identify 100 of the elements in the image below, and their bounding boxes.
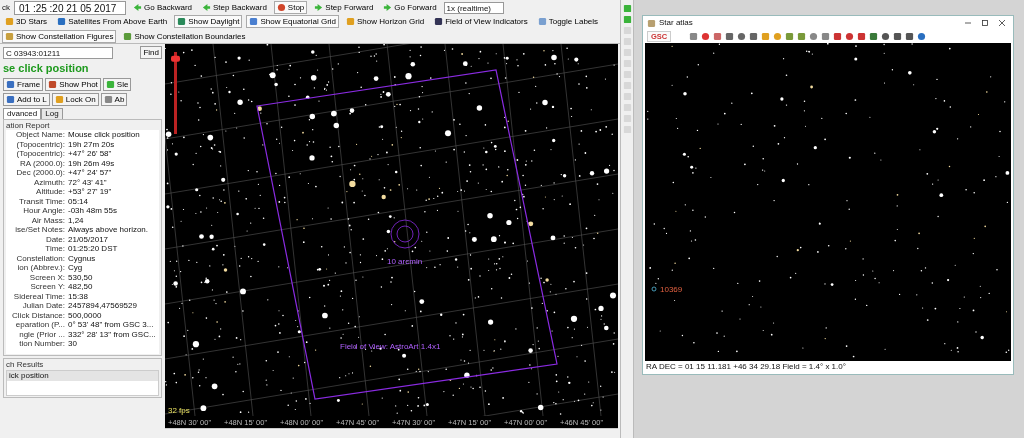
circle-icon [701,32,711,41]
report-value: 15:38 [68,291,89,302]
toolbar-button[interactable]: Step Backward [199,1,270,14]
circle-icon [809,32,819,41]
tool-icon [689,32,699,41]
report-key: Sidereal Time: [6,291,68,302]
report-value: 332° 28' 13" from GSC... [68,329,156,340]
square-icon [54,95,64,105]
circle-icon [881,32,891,41]
toggle-button[interactable]: Satellites From Above Earth [54,15,171,28]
toggle-button[interactable]: Show Equatorial Grid [246,15,339,28]
toggle-button[interactable]: Show Daylight [174,15,243,28]
report-value: 72° 43' 41" [68,177,107,188]
toolbar-button[interactable]: Stop [273,1,308,14]
action-button[interactable]: Show Phot [45,78,101,92]
tab[interactable]: Log [41,108,63,119]
report-key: (Topocentric): [6,149,68,159]
report-value: 0° 53' 48" from GSC 3... [68,320,154,330]
result-item[interactable]: ick position [7,370,158,381]
square-icon [5,32,14,41]
square-icon [177,17,187,26]
report-value: 500,0000 [68,310,102,321]
toolbar-button[interactable]: Step Forward [311,1,377,14]
scale-label: 10 arcmin [387,257,423,266]
report-key: Altitude: [6,187,68,197]
toggle-button[interactable]: Show Horizon Grid [343,15,428,28]
report-value: 05:14 [68,196,89,207]
report-value: 530,50 [68,272,93,283]
report-key: Dec (2000.0): [6,168,68,178]
group-title: ation Report [6,120,51,131]
report-value: Mouse click position [68,130,140,140]
time-field[interactable]: 01 :25 :20 21 05 2017 [14,0,126,15]
arrow-right-icon [383,3,393,12]
action-button[interactable]: Lock On [51,93,99,107]
report-value: 2457894,47569529 [68,301,137,311]
report-key: Object Name: [6,130,68,140]
circle-icon [845,32,855,41]
report-key: ise/Set Notes: [6,225,68,235]
window-title: Star atlas [659,18,694,28]
report-value: Cyg [68,263,83,273]
report-key: Screen X: [6,272,68,283]
square-icon [57,17,67,26]
circle-icon [917,32,927,41]
report-value: +47° 26' 58" [68,149,112,159]
report-value: +47° 24' 57" [68,168,112,178]
action-button[interactable]: Ab [100,93,128,107]
fps-counter: 32 fps [168,406,190,415]
slider-thumb[interactable] [171,55,180,62]
square-icon [48,80,58,90]
square-icon [537,17,547,26]
toggle-button[interactable]: Show Constellation Figures [2,30,117,43]
report-key: ion (Abbrev.): [6,263,68,273]
object-dropdown[interactable]: C 03943:01211 [3,46,113,59]
toggle-button[interactable]: 3D Stars [2,15,51,28]
circle-icon [276,3,286,12]
arrow-left-icon [202,3,212,12]
report-value: 19h 27m 20s [68,139,115,150]
report-value: -03h 48m 55s [68,206,117,216]
square-icon [434,17,444,26]
circle-icon [737,32,747,41]
report-key: Screen Y: [6,282,68,292]
zoom-slider[interactable] [171,52,180,134]
toggle-button[interactable]: Toggle Labels [534,15,602,28]
report-key: Azimuth: [6,177,68,188]
toggle-button[interactable]: Show Constellation Boundaries [120,30,249,43]
circle-icon [773,32,783,41]
toolbar-button[interactable]: Go Forward [380,1,440,14]
toggle-button[interactable]: Field of View Indicators [431,15,531,28]
clock-label: ck [2,2,10,13]
arrow-right-icon [314,3,324,12]
find-button[interactable]: Find [140,46,162,59]
square-icon [6,80,15,90]
square-icon [346,17,355,26]
speed-dropdown[interactable]: 1x (realtime) [443,1,505,14]
window-icon [647,18,656,28]
square-icon [6,95,15,105]
arrow-left-icon [133,3,142,12]
report-key: Constellation: [6,253,68,264]
action-button[interactable]: Sle [102,78,132,92]
toolbar-button[interactable]: Go Backward [130,1,196,14]
square-icon [123,32,133,41]
report-key: Time: [6,244,68,254]
tab[interactable]: dvanced [3,108,42,119]
report-value: 21/05/2017 [68,234,109,245]
report-value: +53° 27' 19" [68,187,112,197]
report-key: Transit Time: [6,196,68,207]
star-label: 10369 [660,285,683,294]
marker-icon [651,286,657,292]
square-icon [249,17,259,26]
report-key: tion Number: [6,339,68,349]
action-button[interactable]: Frame [3,78,44,92]
square-icon [105,80,115,90]
report-key: (Topocentric): [6,139,68,150]
action-button[interactable]: Add to L [3,93,50,107]
report-key: RA (2000.0): [6,158,68,169]
report-value: Cygnus [68,253,96,264]
status-text: RA DEC = 01 15 11.181 +46 34 29.18 Field = 1.4° x 1.0° [645,361,847,373]
group-title: ch Results [6,360,45,370]
report-key: Click Distance: [6,310,68,321]
panel-heading: se click position [3,62,90,76]
